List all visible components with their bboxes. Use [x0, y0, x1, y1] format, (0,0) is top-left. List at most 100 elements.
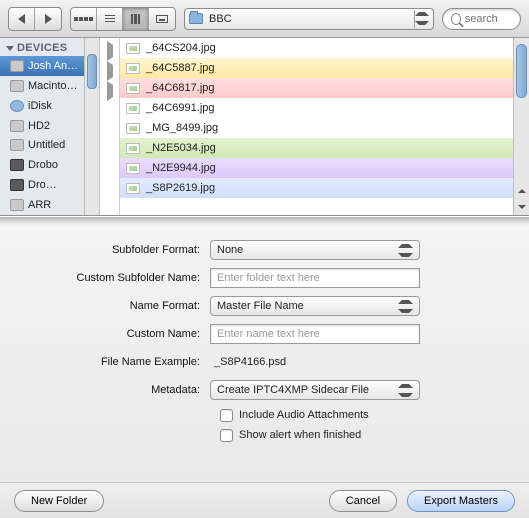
- file-name: _64C6817.jpg: [146, 82, 215, 94]
- chevron-down-icon: [415, 21, 429, 25]
- drive-icon: [10, 80, 24, 92]
- coverflow-icon: [156, 15, 168, 23]
- search-field-wrap[interactable]: [442, 8, 521, 30]
- view-icon-button[interactable]: [71, 8, 97, 30]
- sidebar-item-label: Dro…: [28, 179, 57, 191]
- sidebar-section-label: DEVICES: [17, 42, 67, 54]
- example-value: _S8P4166.psd: [210, 356, 420, 368]
- file-name: _64C6991.jpg: [146, 102, 215, 114]
- popup-value: Master File Name: [217, 300, 304, 312]
- view-list-button[interactable]: [97, 8, 123, 30]
- list-icon: [105, 15, 115, 23]
- file-row[interactable]: _S8P2619.jpg: [120, 178, 529, 198]
- file-row[interactable]: _MG_8499.jpg: [120, 118, 529, 138]
- sidebar-item-label: Drobo: [28, 159, 58, 171]
- drive-icon: [10, 60, 24, 72]
- file-row[interactable]: _64C6817.jpg: [120, 78, 529, 98]
- file-browser: DEVICES Josh An… Macinto… iDisk HD2 Unti…: [0, 38, 529, 216]
- sidebar-item-label: HD2: [28, 120, 50, 132]
- sidebar-item-label: Josh An…: [28, 60, 78, 72]
- column-gutter: [100, 38, 120, 215]
- popup-value: None: [217, 244, 243, 256]
- path-folder-label: BBC: [209, 13, 232, 25]
- cancel-button[interactable]: Cancel: [329, 490, 397, 512]
- chevron-right-icon: [45, 14, 52, 24]
- file-icon: [126, 83, 140, 94]
- forward-button[interactable]: [35, 8, 61, 30]
- example-label: File Name Example:: [30, 356, 210, 368]
- file-scrollbar[interactable]: [513, 38, 529, 215]
- sidebar-item-label: Untitled: [28, 139, 65, 151]
- include-audio-label: Include Audio Attachments: [239, 409, 369, 421]
- search-input[interactable]: [465, 13, 512, 25]
- scroll-down-button[interactable]: [514, 199, 529, 215]
- show-alert-checkbox[interactable]: [220, 429, 233, 442]
- file-icon: [126, 143, 140, 154]
- file-icon: [126, 123, 140, 134]
- drive-icon: [10, 139, 24, 151]
- view-seg: [70, 7, 176, 31]
- sidebar-item-label: iDisk: [28, 100, 52, 112]
- export-options-panel: Subfolder Format: None Custom Subfolder …: [0, 216, 529, 482]
- name-format-label: Name Format:: [30, 300, 210, 312]
- metadata-label: Metadata:: [30, 384, 210, 396]
- subfolder-format-popup[interactable]: None: [210, 240, 420, 260]
- file-icon: [126, 163, 140, 174]
- custom-name-input[interactable]: Enter name text here: [210, 324, 420, 344]
- file-name: _N2E5034.jpg: [146, 142, 216, 154]
- file-row[interactable]: _64CS204.jpg: [120, 38, 529, 58]
- file-row[interactable]: _64C5887.jpg: [120, 58, 529, 78]
- chevron-right-icon: [107, 41, 113, 61]
- sidebar-scrollbar[interactable]: [84, 38, 99, 215]
- file-name: _MG_8499.jpg: [146, 122, 218, 134]
- subfolder-format-label: Subfolder Format:: [30, 244, 210, 256]
- file-icon: [126, 183, 140, 194]
- dialog-footer: New Folder Cancel Export Masters: [0, 482, 529, 518]
- grid-icon: [74, 17, 93, 21]
- drive-icon: [10, 120, 24, 132]
- drobo-icon: [10, 179, 24, 191]
- back-button[interactable]: [9, 8, 35, 30]
- sidebar-item-label: Macinto…: [28, 80, 78, 92]
- nav-seg: [8, 7, 62, 31]
- path-stepper[interactable]: [414, 10, 429, 28]
- file-name: _64CS204.jpg: [146, 42, 216, 54]
- sidebar-item-label: ARR: [28, 199, 51, 211]
- scroll-thumb[interactable]: [516, 44, 527, 98]
- custom-name-label: Custom Name:: [30, 328, 210, 340]
- popup-value: Create IPTC4XMP Sidecar File: [217, 384, 369, 396]
- chevron-up-icon: [415, 12, 429, 16]
- export-masters-button[interactable]: Export Masters: [407, 490, 515, 512]
- show-alert-label: Show alert when finished: [239, 429, 361, 441]
- drive-icon: [10, 199, 24, 211]
- chevron-left-icon: [18, 14, 25, 24]
- search-icon: [451, 13, 461, 25]
- view-coverflow-button[interactable]: [149, 8, 175, 30]
- new-folder-button[interactable]: New Folder: [14, 490, 104, 512]
- drobo-icon: [10, 159, 24, 171]
- file-name: _64C5887.jpg: [146, 62, 215, 74]
- folder-icon: [189, 13, 203, 24]
- metadata-popup[interactable]: Create IPTC4XMP Sidecar File: [210, 380, 420, 400]
- path-popup[interactable]: BBC: [184, 8, 434, 30]
- file-icon: [126, 63, 140, 74]
- include-audio-checkbox[interactable]: [220, 409, 233, 422]
- chevron-right-icon: [107, 81, 113, 101]
- scroll-up-button[interactable]: [514, 183, 529, 199]
- disclosure-icon: [6, 46, 14, 51]
- file-row[interactable]: _N2E5034.jpg: [120, 138, 529, 158]
- scroll-thumb[interactable]: [87, 54, 97, 89]
- file-icon: [126, 103, 140, 114]
- chevron-right-icon: [107, 61, 113, 81]
- file-row[interactable]: _N2E9944.jpg: [120, 158, 529, 178]
- file-list: _64CS204.jpg _64C5887.jpg _64C6817.jpg _…: [120, 38, 529, 215]
- columns-icon: [131, 14, 141, 24]
- name-format-popup[interactable]: Master File Name: [210, 296, 420, 316]
- file-name: _N2E9944.jpg: [146, 162, 216, 174]
- file-name: _S8P2619.jpg: [146, 182, 215, 194]
- file-icon: [126, 43, 140, 54]
- custom-subfolder-input[interactable]: Enter folder text here: [210, 268, 420, 288]
- file-row[interactable]: _64C6991.jpg: [120, 98, 529, 118]
- view-column-button[interactable]: [123, 8, 149, 30]
- sidebar: DEVICES Josh An… Macinto… iDisk HD2 Unti…: [0, 38, 100, 215]
